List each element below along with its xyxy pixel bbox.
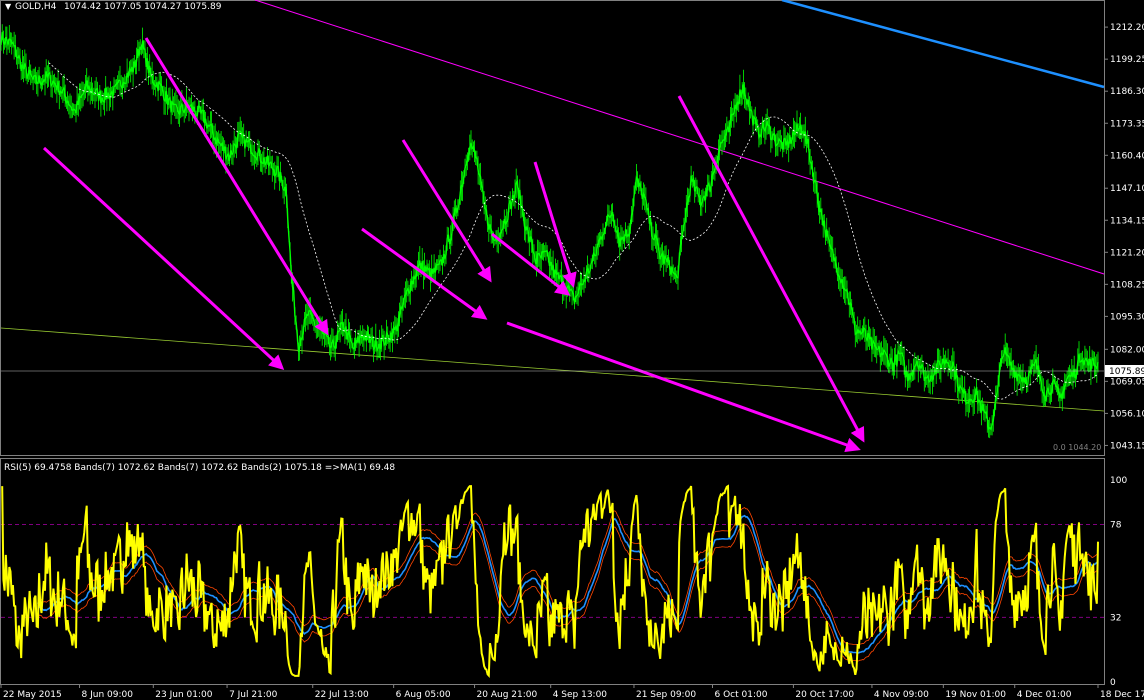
price-tick-label: 1108.25 [1110,280,1144,290]
rsi-axis: 100 78 32 0 [1110,476,1127,688]
price-tick-label: 1160.40 [1110,151,1144,161]
time-tick-label: 20 Oct 17:00 [795,690,854,700]
price-tick-label: 1147.10 [1110,184,1144,194]
time-tick-label: 8 Jun 09:00 [82,690,134,700]
price-tick-label: 1056.10 [1110,409,1144,419]
arrow [42,146,285,371]
price-tick-label: 1043.15 [1110,441,1144,451]
channel-upper-line [254,0,1105,275]
rsi-header-label: RSI(5) 69.4758 Bands(7) 1072.62 Bands(7)… [4,463,395,473]
price-tick-label: 1199.25 [1110,55,1144,65]
time-tick-label: 6 Aug 05:00 [396,690,451,700]
chart-menu-arrow[interactable]: ▼ [5,2,12,11]
time-tick-label: 4 Dec 01:00 [1017,690,1072,700]
time-tick-label: 18 Dec 17:00 [1100,690,1144,700]
time-tick-label: 4 Nov 09:00 [874,690,929,700]
ma-line [48,62,1099,400]
rsi-panel-frame [0,458,1105,685]
rsi-series [1,484,1099,679]
ohlc-label: 1074.42 1077.05 1074.27 1075.89 [64,2,222,12]
chart-window[interactable]: 1212.20 1199.25 1186.30 1173.35 1160.40 1147.… [0,0,1144,700]
moving-average [48,62,1099,400]
time-tick-label: 6 Oct 01:00 [715,690,768,700]
rsi-tick-label: 100 [1110,476,1127,486]
symbol-label: GOLD,H4 [15,2,57,12]
time-tick-label: 22 Jul 13:00 [315,690,369,700]
time-tick-label: 7 Jul 21:00 [229,690,278,700]
price-tick-label: 1173.35 [1110,119,1144,129]
rsi-tick-label: 0 [1110,678,1116,688]
chart-canvas[interactable]: 1212.20 1199.25 1186.30 1173.35 1160.40 1147.… [0,0,1144,700]
price-tick-label: 1121.20 [1110,248,1144,258]
time-tick-label: 20 Aug 21:00 [477,690,538,700]
rsi-line [1,484,1099,679]
price-tick-label: 1134.15 [1110,216,1144,226]
price-tick-label: 1082.00 [1110,345,1144,355]
time-tick-label: 4 Sep 13:00 [553,690,608,700]
price-tick-label: 1186.30 [1110,87,1144,97]
time-axis: 22 May 2015 8 Jun 09:00 23 Jun 01:00 7 Jul … [0,684,1144,700]
blue-trendline [781,0,1105,89]
price-tick-label: 1069.05 [1110,377,1144,387]
arrow [533,161,577,288]
time-tick-label: 22 May 2015 [3,690,62,700]
fib-level-label: 0.0 1044.20 [1053,443,1101,452]
price-series [0,24,1099,439]
arrow [144,37,329,336]
rsi-tick-label: 78 [1110,520,1122,530]
price-tick-label: 1095.30 [1110,312,1144,322]
rsi-tick-label: 32 [1110,613,1121,623]
price-axis: 1212.20 1199.25 1186.30 1173.35 1160.40 1147.… [1104,23,1144,451]
current-price-label: 1075.89 [1109,367,1144,377]
rsi-band-middle [37,514,1099,655]
time-tick-label: 19 Nov 01:00 [945,690,1006,700]
price-tick-label: 1212.20 [1110,23,1144,33]
time-tick-label: 21 Sep 09:00 [636,690,696,700]
arrow [506,321,861,453]
time-tick-label: 23 Jun 01:00 [155,690,212,700]
